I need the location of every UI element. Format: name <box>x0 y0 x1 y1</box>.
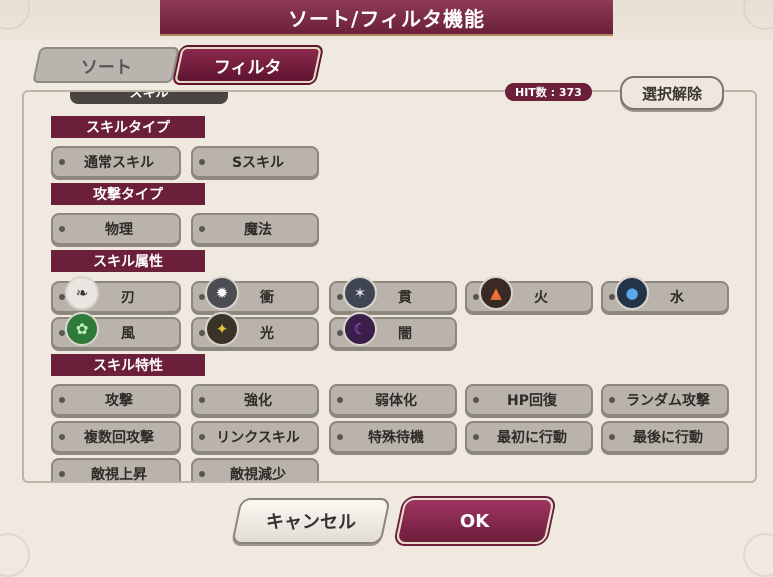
filter-chip-aggro-up[interactable]: 敵視上昇 <box>51 458 181 483</box>
filter-chip-hp-recovery[interactable]: HP回復 <box>465 384 593 416</box>
tab-sort[interactable]: ソート <box>32 47 180 83</box>
chip-label: ランダム攻撃 <box>626 393 710 409</box>
filter-chip-attack[interactable]: 攻撃 <box>51 384 181 416</box>
blade-icon: ❧ <box>65 276 99 310</box>
filter-chip-dark[interactable]: ☾ 闇 <box>329 312 457 349</box>
chip-label: 弱体化 <box>375 393 417 409</box>
ok-button[interactable]: OK <box>395 498 555 544</box>
cancel-button[interactable]: キャンセル <box>231 498 391 544</box>
chip-label: 通常スキル <box>84 155 154 171</box>
filter-chip-wind[interactable]: ✿ 風 <box>51 312 181 349</box>
chip-label: 闇 <box>398 326 412 342</box>
tab-filter-label: フィルタ <box>214 57 282 78</box>
filter-chip-pierce[interactable]: ✶ 貫 <box>329 276 457 313</box>
filter-chip-aggro-down[interactable]: 敵視減少 <box>191 458 319 483</box>
wind-icon: ✿ <box>65 312 99 346</box>
chip-label: 火 <box>534 290 548 306</box>
chip-label: 最後に行動 <box>633 430 703 446</box>
pierce-icon: ✶ <box>343 276 377 310</box>
filter-chip-act-first[interactable]: 最初に行動 <box>465 421 593 453</box>
chip-label: Sスキル <box>231 155 285 171</box>
filter-chip-light[interactable]: ✦ 光 <box>191 312 319 349</box>
filter-chip-random-attack[interactable]: ランダム攻撃 <box>601 384 729 416</box>
chip-label: 物理 <box>105 222 133 238</box>
chip-label: 特殊待機 <box>368 430 424 446</box>
filter-chip-debuff[interactable]: 弱体化 <box>329 384 457 416</box>
dark-icon: ☾ <box>343 312 377 346</box>
chip-label: 敵視減少 <box>230 467 286 483</box>
section-header-skill-element: スキル属性 <box>51 250 205 272</box>
filter-chip-buff[interactable]: 強化 <box>191 384 319 416</box>
filter-chip-normal-skill[interactable]: 通常スキル <box>51 146 181 178</box>
filter-chip-blade[interactable]: ❧ 刃 <box>51 276 181 313</box>
section-header-attack-type: 攻撃タイプ <box>51 183 205 205</box>
chip-label: 攻撃 <box>105 393 133 409</box>
chip-label: 魔法 <box>244 222 272 238</box>
filter-panel[interactable]: スキル スキルタイプ 通常スキル Sスキル 攻撃タイプ 物理 魔法 スキル属性 … <box>22 90 757 483</box>
hit-count-badge: HIT数 : 373 <box>505 83 592 101</box>
skill-group-header: スキル <box>70 92 228 104</box>
corner-ornament <box>743 533 773 577</box>
chip-label: 強化 <box>244 393 272 409</box>
ok-button-label: OK <box>460 510 490 532</box>
filter-chip-fire[interactable]: ▲ 火 <box>465 276 593 313</box>
fire-icon: ▲ <box>479 276 513 310</box>
filter-chip-impact[interactable]: ✹ 衝 <box>191 276 319 313</box>
tab-filter[interactable]: フィルタ <box>174 47 322 83</box>
chip-label: 衝 <box>260 290 274 306</box>
impact-icon: ✹ <box>205 276 239 310</box>
chip-label: HP回復 <box>507 393 557 409</box>
filter-chip-link-skill[interactable]: リンクスキル <box>191 421 319 453</box>
water-icon: ● <box>615 276 649 310</box>
filter-chip-physical[interactable]: 物理 <box>51 213 181 245</box>
filter-chip-act-last[interactable]: 最後に行動 <box>601 421 729 453</box>
clear-selection-button[interactable]: 選択解除 <box>620 76 724 110</box>
chip-label: 敵視上昇 <box>91 467 147 483</box>
section-header-skill-trait: スキル特性 <box>51 354 205 376</box>
corner-ornament <box>0 533 30 577</box>
chip-label: リンクスキル <box>216 430 300 446</box>
chip-label: 光 <box>260 326 274 342</box>
filter-chip-water[interactable]: ● 水 <box>601 276 729 313</box>
section-header-skill-type: スキルタイプ <box>51 116 205 138</box>
dialog-title: ソート/フィルタ機能 <box>288 6 485 31</box>
dialog-title-bar: ソート/フィルタ機能 <box>160 0 613 36</box>
chip-label: 最初に行動 <box>497 430 567 446</box>
filter-chip-multi-attack[interactable]: 複数回攻撃 <box>51 421 181 453</box>
light-icon: ✦ <box>205 312 239 346</box>
tab-sort-label: ソート <box>80 57 132 78</box>
filter-chip-special-wait[interactable]: 特殊待機 <box>329 421 457 453</box>
chip-label: 貫 <box>398 290 412 306</box>
cancel-button-label: キャンセル <box>266 512 356 533</box>
filter-chip-s-skill[interactable]: Sスキル <box>191 146 319 178</box>
filter-chip-magic[interactable]: 魔法 <box>191 213 319 245</box>
chip-label: 複数回攻撃 <box>84 430 154 446</box>
chip-label: 水 <box>670 290 684 306</box>
chip-label: 刃 <box>121 290 135 306</box>
chip-label: 風 <box>121 326 135 342</box>
